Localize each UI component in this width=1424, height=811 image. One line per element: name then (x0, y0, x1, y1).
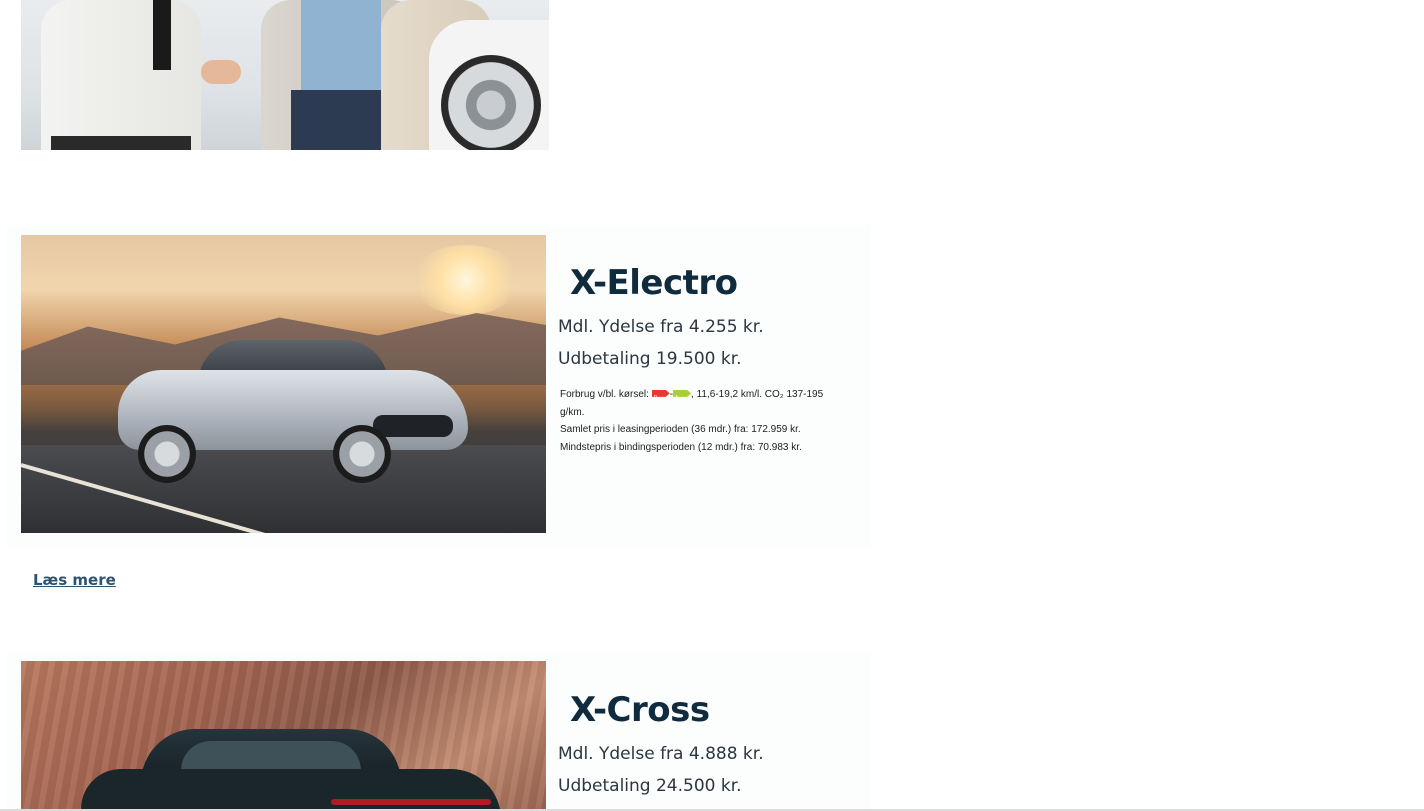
x-cross-image[interactable] (21, 661, 546, 811)
total-price: Samlet pris i leasingperioden (36 mdr.) … (560, 424, 801, 435)
salesman-figure (41, 0, 201, 150)
energy-label-a-icon: A (673, 389, 692, 397)
min-price: Mindstepris i bindingsperioden (12 mdr.)… (560, 441, 802, 453)
dark-suv (81, 729, 501, 811)
monthly-price: Mdl. Ydelse fra 4.255 kr. (558, 317, 764, 337)
down-payment: Udbetaling 24.500 kr. (558, 776, 742, 796)
product-title: X-Cross (570, 690, 710, 730)
car-wheel-icon (441, 55, 541, 150)
fine-print: Forbrug v/bl. kørsel: D-A, 11,6-19,2 km/… (560, 386, 850, 456)
monthly-price: Mdl. Ydelse fra 4.888 kr. (558, 744, 764, 764)
hero-image-handshake (21, 0, 549, 150)
handshake (201, 60, 241, 84)
silver-sedan (118, 340, 468, 483)
consumption-label: Forbrug v/bl. kørsel: (560, 389, 649, 400)
energy-label-d-icon: D (651, 389, 670, 397)
product-title: X-Electro (570, 263, 738, 303)
down-payment: Udbetaling 19.500 kr. (558, 349, 742, 369)
x-electro-image[interactable] (21, 235, 546, 533)
read-more-link[interactable]: Læs mere (33, 571, 116, 589)
